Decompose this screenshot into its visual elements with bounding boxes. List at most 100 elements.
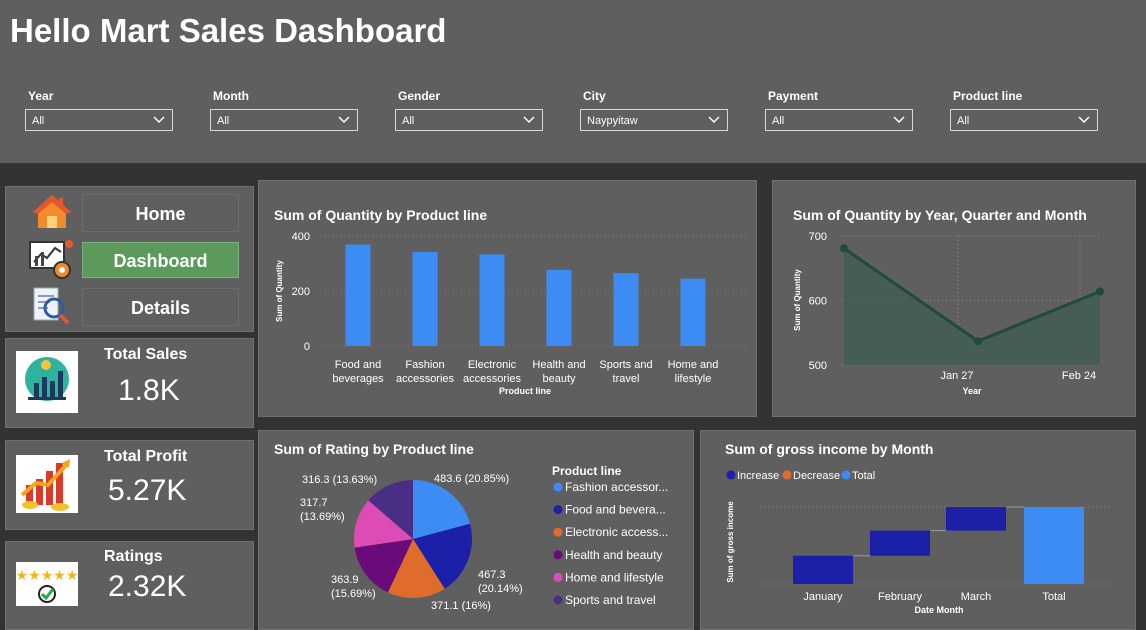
x-tick-label: beverages bbox=[332, 373, 384, 385]
legend-marker bbox=[726, 470, 736, 480]
chevron-down-icon bbox=[707, 113, 721, 130]
x-tick-label: Home and bbox=[668, 359, 719, 371]
y-tick-label: 700 bbox=[809, 231, 827, 243]
waterfall-chart: Increase Decrease Total January February Marc… bbox=[726, 470, 1110, 615]
bar bbox=[1024, 507, 1084, 584]
data-label: (20.14%) bbox=[478, 583, 523, 595]
area-chart: 700 600 500 Jan 27 Feb 24 Year Sum of Quantity bbox=[793, 231, 1104, 396]
data-label: 317.7 bbox=[300, 497, 328, 509]
x-axis-label: Year bbox=[962, 386, 982, 396]
legend-entry: Electronic access... bbox=[565, 525, 668, 539]
x-tick-label: accessories bbox=[463, 373, 522, 385]
y-tick-label: 500 bbox=[809, 360, 827, 372]
filter-dropdown[interactable]: All bbox=[950, 109, 1098, 131]
filter-label: Payment bbox=[768, 89, 819, 103]
x-tick-label: March bbox=[961, 591, 992, 603]
data-label: 467.3 bbox=[478, 569, 506, 581]
dashboard-icon[interactable] bbox=[28, 238, 74, 280]
legend-title: Product line bbox=[552, 464, 622, 478]
rating-icon: ★★★★★ bbox=[16, 562, 78, 606]
data-point bbox=[974, 337, 982, 346]
x-tick-label: accessories bbox=[396, 373, 455, 385]
filter-dropdown[interactable]: Naypyitaw bbox=[580, 109, 728, 131]
kpi-label: Total Profit bbox=[104, 448, 188, 465]
filter-value: All bbox=[957, 115, 970, 127]
home-icon[interactable] bbox=[30, 192, 74, 232]
data-label: 363.9 bbox=[331, 574, 359, 586]
filter-value: All bbox=[32, 115, 45, 127]
legend-marker bbox=[553, 482, 563, 492]
filter-dropdown[interactable]: All bbox=[210, 109, 358, 131]
home-button[interactable]: Home bbox=[82, 194, 239, 232]
profit-icon bbox=[16, 455, 78, 513]
y-tick-label: 400 bbox=[292, 231, 310, 243]
filter-dropdown[interactable]: All bbox=[395, 109, 543, 131]
pie-chart: 483.6 (20.85%) 467.3 (20.14%) 371.1 (16%) 36… bbox=[300, 464, 668, 612]
svg-text:★★★★★: ★★★★★ bbox=[16, 567, 78, 583]
x-tick-label: Electronic bbox=[468, 359, 517, 371]
filter-label: Product line bbox=[953, 89, 1023, 103]
filter-label: Month bbox=[213, 89, 249, 103]
kpi-value: 5.27K bbox=[108, 474, 187, 507]
x-tick-label: January bbox=[803, 591, 843, 603]
bar bbox=[870, 530, 930, 556]
legend-marker bbox=[553, 550, 563, 560]
bar bbox=[793, 555, 853, 584]
filter-value: All bbox=[772, 115, 785, 127]
chart-title: Sum of gross income by Month bbox=[725, 441, 934, 457]
y-tick-label: 200 bbox=[292, 286, 310, 298]
bar bbox=[946, 507, 1006, 531]
y-axis-label: Sum of Quantity bbox=[793, 269, 802, 331]
bar bbox=[479, 254, 505, 346]
x-tick-label: Feb 24 bbox=[1062, 370, 1096, 382]
x-tick-label: Food and bbox=[335, 359, 381, 371]
kpi-value: 2.32K bbox=[108, 570, 187, 603]
bar bbox=[345, 244, 371, 346]
filter-value: All bbox=[402, 115, 415, 127]
kpi-label: Total Sales bbox=[104, 346, 188, 363]
x-tick-label: beauty bbox=[542, 373, 576, 385]
bar bbox=[412, 251, 438, 346]
data-point bbox=[840, 244, 848, 253]
x-tick-label: Fashion bbox=[405, 359, 444, 371]
x-axis-label: Product line bbox=[499, 386, 551, 396]
filter-label: Gender bbox=[398, 89, 441, 103]
chevron-down-icon bbox=[522, 113, 536, 130]
x-tick-label: February bbox=[878, 591, 923, 603]
sales-icon bbox=[16, 351, 78, 413]
kpi-value: 1.8K bbox=[118, 374, 180, 407]
legend-entry: Fashion accessor... bbox=[565, 480, 668, 494]
chart-title: Sum of Quantity by Product line bbox=[274, 207, 488, 223]
details-button[interactable]: Details bbox=[82, 288, 239, 326]
filter-value: Naypyitaw bbox=[587, 115, 638, 127]
data-label: 483.6 (20.85%) bbox=[434, 473, 509, 485]
chart-title: Sum of Quantity by Year, Quarter and Mon… bbox=[793, 207, 1087, 223]
filter-dropdown[interactable]: All bbox=[25, 109, 173, 131]
filter-dropdown[interactable]: All bbox=[765, 109, 913, 131]
bar bbox=[613, 273, 639, 346]
dashboard-button[interactable]: Dashboard bbox=[82, 242, 239, 278]
chevron-down-icon bbox=[337, 113, 351, 130]
y-tick-label: 0 bbox=[304, 341, 310, 353]
chevron-down-icon bbox=[892, 113, 906, 130]
data-label: (13.69%) bbox=[300, 511, 345, 523]
legend-entry: Total bbox=[852, 470, 875, 482]
y-tick-label: 600 bbox=[809, 296, 827, 308]
chevron-down-icon bbox=[152, 113, 166, 130]
legend-marker bbox=[782, 470, 792, 480]
filter-value: All bbox=[217, 115, 230, 127]
bar bbox=[680, 278, 706, 346]
x-tick-label: Health and bbox=[532, 359, 585, 371]
legend-entry: Sports and travel bbox=[565, 593, 656, 607]
y-axis-label: Sum of gross income bbox=[726, 501, 735, 583]
legend-entry: Decrease bbox=[793, 470, 840, 482]
details-icon[interactable] bbox=[30, 286, 74, 326]
x-tick-label: Total bbox=[1042, 591, 1065, 603]
legend-entry: Home and lifestyle bbox=[565, 570, 664, 584]
legend-marker bbox=[553, 572, 563, 582]
legend-marker bbox=[553, 527, 563, 537]
data-label: 316.3 (13.63%) bbox=[302, 474, 377, 486]
filter-label: Year bbox=[28, 89, 54, 103]
data-label: 371.1 (16%) bbox=[431, 600, 491, 612]
x-tick-label: lifestyle bbox=[675, 373, 712, 385]
